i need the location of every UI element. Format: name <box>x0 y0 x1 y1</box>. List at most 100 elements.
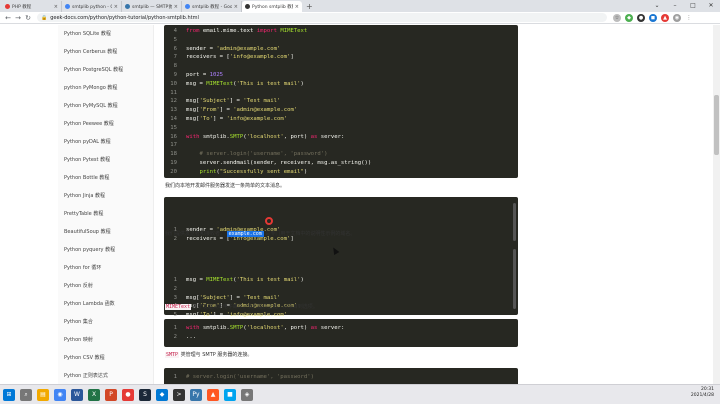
sidebar-item[interactable]: Python pyquery 教程 <box>58 241 153 259</box>
sidebar-item[interactable]: Python Bottle 教程 <box>58 169 153 187</box>
sidebar-item[interactable]: Python PyMySQL 教程 <box>58 97 153 115</box>
code-line: msg['To'] = 'info@example.com' <box>186 116 288 122</box>
extension-icon[interactable]: ● <box>637 13 645 22</box>
sidebar-item[interactable]: Python 映射 <box>58 331 153 349</box>
code-scrollbar[interactable] <box>513 203 516 241</box>
line-number: 18 <box>170 151 177 158</box>
vscode-icon[interactable]: ◆ <box>156 388 168 401</box>
favicon-icon <box>185 4 190 9</box>
terminal-icon[interactable]: > <box>173 388 185 401</box>
tab-title: smtplib 教程 - Google 搜索 <box>192 4 232 10</box>
code-scrollbar[interactable] <box>513 249 516 309</box>
code-line: msg = MIMEText('This is test mail') <box>186 277 304 283</box>
browser-tab[interactable]: Python smtplib 教程发送邮件× <box>242 1 302 12</box>
sidebar-item[interactable]: Python Cerberus 教程 <box>58 43 153 61</box>
back-icon[interactable]: ← <box>3 14 13 22</box>
new-tab-button[interactable]: + <box>306 1 313 12</box>
favicon-icon <box>65 4 70 9</box>
close-tab-icon[interactable]: × <box>234 4 238 10</box>
sidebar-item[interactable]: Python 集合 <box>58 313 153 331</box>
code-block-main: 4 from email.mime.text import MIMEText 5 6 s… <box>164 25 518 178</box>
app-icon[interactable]: ▲ <box>207 388 219 401</box>
browser-tab[interactable]: PHP 教程 × <box>2 1 62 12</box>
sidebar-item[interactable]: Python Peewee 教程 <box>58 115 153 133</box>
line-number: 1 <box>173 277 177 283</box>
sidebar-item[interactable]: Python pyDAL 教程 <box>58 133 153 151</box>
window-controls: ⌄ – □ ✕ <box>648 0 720 12</box>
search-icon[interactable]: ⌕ <box>20 388 32 401</box>
code-line: with smtplib.SMTP('localhost', port) as … <box>186 133 345 140</box>
favicon-icon <box>5 4 10 9</box>
sidebar-item[interactable]: PrettyTable 教程 <box>58 205 153 223</box>
sidebar-item[interactable]: Python 正则表达式 <box>58 367 153 384</box>
app-icon[interactable]: ● <box>122 388 134 401</box>
code-line: msg['Subject'] = 'Test mail' <box>186 98 281 105</box>
code-line: # server.login('username', 'password') <box>186 374 314 380</box>
chevron-down-icon[interactable]: ⌄ <box>648 0 666 12</box>
code-block-senders: 1 sender = 'admin@example.com' 2 receivers … <box>164 197 518 247</box>
minimize-button[interactable]: – <box>666 0 684 12</box>
sidebar-item[interactable]: Python Lambda 函数 <box>58 295 153 313</box>
favicon-icon <box>125 4 130 9</box>
sidebar-item[interactable]: Python Pytest 教程 <box>58 151 153 169</box>
reload-icon[interactable]: ↻ <box>23 14 33 22</box>
selected-text[interactable]: example.com <box>226 231 264 237</box>
extension-icon[interactable]: ◼ <box>649 13 657 22</box>
line-number: 17 <box>170 142 177 149</box>
line-number: 2 <box>173 334 177 340</box>
python-icon[interactable]: Py <box>190 388 202 401</box>
maximize-button[interactable]: □ <box>684 0 702 12</box>
code-line: msg = MIMEText('This is test mail') <box>186 80 304 87</box>
forward-icon[interactable]: → <box>13 14 23 22</box>
file-explorer-icon[interactable]: ▤ <box>37 388 49 401</box>
sidebar-item[interactable]: Python for 循环 <box>58 259 153 277</box>
line-number: 20 <box>170 168 177 175</box>
inline-code: SMTP <box>165 352 180 358</box>
app-icon[interactable]: ◈ <box>241 388 253 401</box>
sidebar-item[interactable]: Python 反射 <box>58 277 153 295</box>
browser-tab[interactable]: smtplib python - Google 搜索× <box>62 1 122 12</box>
sidebar-item[interactable]: python PyMongo 教程 <box>58 79 153 97</box>
line-number: 8 <box>173 63 177 70</box>
powerpoint-icon[interactable]: P <box>105 388 117 401</box>
star-icon[interactable]: ☆ <box>613 13 621 22</box>
tab-strip: PHP 教程×smtplib python - Google 搜索×smtpli… <box>2 1 302 12</box>
word-icon[interactable]: W <box>71 388 83 401</box>
chrome-icon[interactable]: ◉ <box>54 388 66 401</box>
close-window-button[interactable]: ✕ <box>702 0 720 12</box>
sidebar-item[interactable]: Python PostgreSQL 教程 <box>58 61 153 79</box>
sidebar-item[interactable]: Python Jinja 教程 <box>58 187 153 205</box>
system-tray-clock[interactable]: 20:31 2021/4/28 <box>691 387 714 399</box>
windows-taskbar: ⊞ ⌕ ▤ ◉ W X P ● S ◆ > Py ▲ ■ ◈ 20:31 202… <box>0 384 720 404</box>
profile-avatar[interactable]: ◉ <box>673 13 681 22</box>
tab-title: smtplib — SMTP协议客户端 — ... <box>132 4 172 10</box>
page-scrollbar[interactable] <box>713 25 720 384</box>
close-tab-icon[interactable]: × <box>54 4 58 10</box>
scrollbar-thumb[interactable] <box>714 95 719 155</box>
line-number: 5 <box>173 312 177 319</box>
page-content: Python SQLite 教程 Python Cerberus 教程 Python… <box>0 25 720 384</box>
paragraph-text: 我们提供发送者和接收者。 example.com 是专门用于文档中的说明性示例的… <box>164 230 356 237</box>
browser-tab[interactable]: smtplib — SMTP协议客户端 — ...× <box>122 1 182 12</box>
extension-icon[interactable]: ▲ <box>661 13 669 22</box>
line-number: 9 <box>173 72 177 78</box>
close-tab-icon[interactable]: × <box>295 4 299 10</box>
start-icon[interactable]: ⊞ <box>3 388 15 401</box>
extension-icon[interactable]: ◆ <box>625 13 633 22</box>
line-number: 16 <box>170 133 177 140</box>
app-icon[interactable]: ■ <box>224 388 236 401</box>
line-number: 4 <box>173 28 177 34</box>
close-tab-icon[interactable]: × <box>174 4 178 10</box>
url-field[interactable]: 🔒 geek-docs.com/python/python-tutorial/p… <box>37 13 607 22</box>
steam-icon[interactable]: S <box>139 388 151 401</box>
tab-title: Python smtplib 教程发送邮件 <box>252 4 293 10</box>
menu-icon[interactable]: ⋮ <box>685 13 693 22</box>
sidebar-item[interactable]: Python SQLite 教程 <box>58 25 153 43</box>
excel-icon[interactable]: X <box>88 388 100 401</box>
browser-tab[interactable]: smtplib 教程 - Google 搜索× <box>182 1 242 12</box>
text-segment: 是专门用于文档中的说明性示例的域名。 <box>265 231 356 237</box>
close-tab-icon[interactable]: × <box>114 4 118 10</box>
line-number: 6 <box>173 45 177 52</box>
sidebar-item[interactable]: Python CSV 教程 <box>58 349 153 367</box>
sidebar-item[interactable]: BeautifulSoup 教程 <box>58 223 153 241</box>
